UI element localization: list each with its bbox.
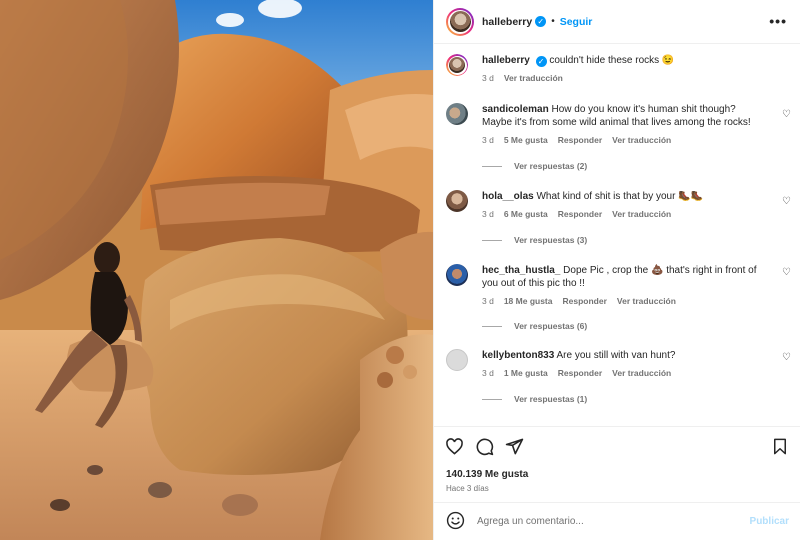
view-replies-label: Ver respuestas (2) [514,161,588,171]
comment-username[interactable]: hec_tha_hustla_ [482,265,560,276]
author-avatar[interactable] [446,7,474,36]
comment-body: sandicoleman How do you know it's human … [482,103,766,147]
post-actions: 140.139 Me gusta Hace 3 días [434,426,800,501]
comment-username[interactable]: kellybenton833 [482,350,554,361]
comment-meta: 3 d 18 Me gusta Responder Ver traducción [482,295,766,308]
caption-meta: 3 d Ver traducción [482,72,766,85]
comment-like-heart-icon[interactable]: ♡ [782,352,791,363]
comment-age: 3 d [482,135,494,145]
comment-icon[interactable] [475,437,494,459]
view-replies-label: Ver respuestas (1) [514,394,588,404]
commenter-avatar[interactable] [446,264,468,286]
publish-button[interactable]: Publicar [750,516,789,527]
comment-body: hec_tha_hustla_ Dope Pic , crop the 💩 th… [482,264,766,308]
caption-text: couldn't hide these rocks 😉 [549,55,675,66]
comment-like-heart-icon[interactable]: ♡ [782,109,791,120]
post-timestamp: Hace 3 días [446,484,489,493]
comment-like-heart-icon[interactable]: ♡ [782,267,791,278]
post-header: halleberry ✓ • Seguir ••• [434,0,800,44]
comment-text: Are you still with van hunt? [556,350,676,361]
translate-link[interactable]: Ver traducción [612,367,671,380]
translate-link[interactable]: Ver traducción [617,295,676,308]
comment-meta: 3 d 1 Me gusta Responder Ver traducción [482,367,766,380]
comment-username[interactable]: sandicoleman [482,104,549,115]
reply-button[interactable]: Responder [558,134,602,147]
more-options-icon[interactable]: ••• [769,14,787,28]
reply-button[interactable]: Responder [558,208,602,221]
verified-badge-icon: ✓ [535,56,547,67]
comment-body: hola__olas What kind of shit is that by … [482,190,766,221]
heart-icon[interactable] [445,437,464,459]
reply-button[interactable]: Responder [562,295,606,308]
comment-likes[interactable]: 5 Me gusta [504,134,548,147]
post-photo[interactable] [0,0,433,540]
bookmark-icon[interactable] [771,437,789,459]
commenter-avatar[interactable] [446,190,468,212]
caption-username[interactable]: halleberry [482,55,530,66]
view-replies-button[interactable]: Ver respuestas (2) [482,161,587,171]
comment-age: 3 d [482,209,494,219]
desert-rocks-image [0,0,433,540]
author-username[interactable]: halleberry [482,16,532,28]
view-replies-button[interactable]: Ver respuestas (1) [482,394,587,404]
comment-meta: 3 d 6 Me gusta Responder Ver traducción [482,208,766,221]
comment-body: kellybenton833 Are you still with van hu… [482,349,766,380]
view-replies-label: Ver respuestas (6) [514,321,588,331]
post-details-panel: halleberry ✓ • Seguir ••• halleberry ✓ c… [433,0,800,540]
caption-avatar[interactable] [446,54,468,76]
caption-translate-link[interactable]: Ver traducción [504,72,563,85]
comment-likes[interactable]: 18 Me gusta [504,295,553,308]
view-replies-button[interactable]: Ver respuestas (3) [482,235,587,245]
caption-body: halleberry ✓ couldn't hide these rocks 😉… [482,54,766,85]
add-comment-bar: Publicar [434,502,800,540]
instagram-post-view: halleberry ✓ • Seguir ••• halleberry ✓ c… [0,0,800,540]
likes-count[interactable]: 140.139 Me gusta [446,469,528,480]
reply-button[interactable]: Responder [558,367,602,380]
commenter-avatar[interactable] [446,349,468,371]
share-icon[interactable] [505,437,524,459]
comment-meta: 3 d 5 Me gusta Responder Ver traducción [482,134,766,147]
comment-input[interactable] [477,516,737,527]
comments-list[interactable]: halleberry ✓ couldn't hide these rocks 😉… [434,44,800,426]
view-replies-label: Ver respuestas (3) [514,235,588,245]
comment-age: 3 d [482,368,494,378]
emoji-icon[interactable] [446,511,465,533]
translate-link[interactable]: Ver traducción [612,208,671,221]
commenter-avatar[interactable] [446,103,468,125]
comment-text: What kind of shit is that by your 🥾🥾 [536,191,704,202]
comment-username[interactable]: hola__olas [482,191,534,202]
comment-likes[interactable]: 1 Me gusta [504,367,548,380]
comment-like-heart-icon[interactable]: ♡ [782,196,791,207]
translate-link[interactable]: Ver traducción [612,134,671,147]
follow-button[interactable]: Seguir [560,16,593,28]
view-replies-button[interactable]: Ver respuestas (6) [482,321,587,331]
header-separator: • [551,16,555,27]
verified-badge-icon: ✓ [535,16,547,27]
comment-age: 3 d [482,296,494,306]
comment-likes[interactable]: 6 Me gusta [504,208,548,221]
caption-age: 3 d [482,73,494,83]
